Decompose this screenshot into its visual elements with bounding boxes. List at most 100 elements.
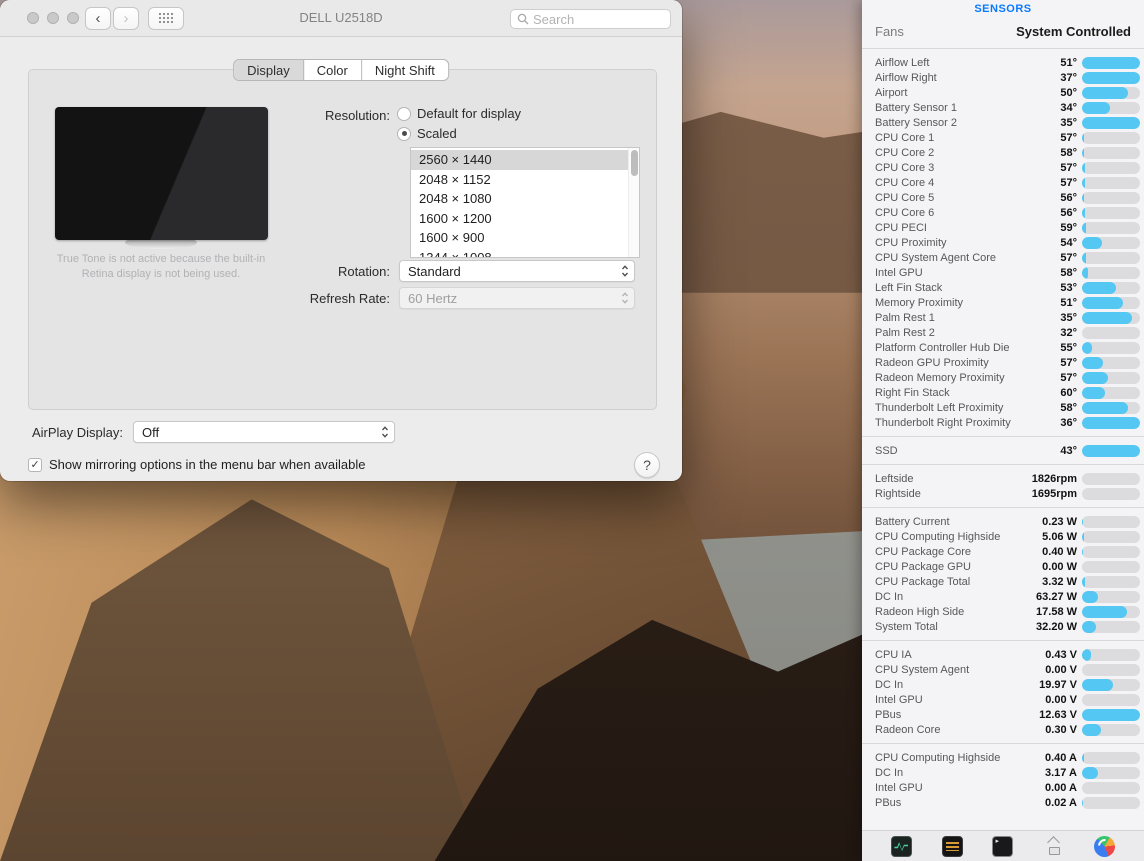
- sensor-row: SSD 43°: [862, 443, 1144, 458]
- sensor-label: CPU Computing Highside: [875, 530, 1001, 543]
- sensor-value: 57°: [1060, 176, 1077, 189]
- resolution-option-scaled[interactable]: Scaled: [397, 126, 457, 141]
- sensor-row: CPU System Agent Core 57°: [862, 250, 1144, 265]
- radio-label: Scaled: [417, 126, 457, 141]
- sensor-row: CPU Core 6 56°: [862, 205, 1144, 220]
- sensor-label: CPU Core 5: [875, 191, 935, 204]
- sensor-value: 57°: [1060, 251, 1077, 264]
- sensor-label: Intel GPU: [875, 781, 923, 794]
- radio-icon[interactable]: [397, 106, 411, 121]
- resolution-option-default[interactable]: Default for display: [397, 106, 521, 121]
- terminal-icon[interactable]: [992, 835, 1014, 857]
- sensor-groups: Airflow Left 51° Airflow Right 37° Airport 50…: [862, 49, 1144, 816]
- airplay-dropdown[interactable]: Off: [133, 421, 395, 443]
- sensor-value: 43°: [1060, 444, 1077, 457]
- sensor-label: Airport: [875, 86, 908, 99]
- resolution-option[interactable]: 2560 × 1440: [411, 150, 639, 170]
- sensor-value: 0.00 V: [1045, 693, 1077, 706]
- sensor-group-power: Battery Current 0.23 W CPU Computing Highs…: [862, 508, 1144, 640]
- sensor-value: 0.00 A: [1044, 781, 1077, 794]
- rotation-dropdown[interactable]: Standard: [399, 260, 635, 282]
- sensor-label: CPU Package Total: [875, 575, 971, 588]
- resolution-list[interactable]: 2560 × 1440 2048 × 1152 2048 × 1080 1600 × …: [410, 147, 640, 258]
- sensor-label: DC In: [875, 678, 904, 691]
- chevron-up-down-icon: [621, 292, 629, 304]
- sensor-label: Memory Proximity: [875, 296, 964, 309]
- search-icon: [517, 13, 529, 25]
- sensor-label: CPU Core 3: [875, 161, 935, 174]
- activity-graph-icon[interactable]: [890, 835, 912, 857]
- sensor-row: CPU Core 3 57°: [862, 160, 1144, 175]
- tab-color[interactable]: Color: [304, 60, 362, 80]
- sensor-label: CPU Core 2: [875, 146, 935, 159]
- sensor-value: 57°: [1060, 356, 1077, 369]
- sensor-bar: [1082, 663, 1140, 676]
- sensor-value: 3.32 W: [1042, 575, 1077, 588]
- sensor-label: CPU Core 4: [875, 176, 935, 189]
- mirroring-checkbox[interactable]: [28, 457, 42, 472]
- sensor-label: DC In: [875, 766, 904, 779]
- resolution-option[interactable]: 1600 × 1200: [411, 209, 639, 229]
- sensor-value: 1826rpm: [1031, 472, 1077, 485]
- scrollbar-thumb[interactable]: [631, 150, 638, 176]
- sensor-value: 63.27 W: [1036, 590, 1077, 603]
- sensor-bar: [1082, 311, 1140, 324]
- sensor-label: CPU Package Core: [875, 545, 971, 558]
- screen: ‹ › DELL U2518D DisplayColorNight Shift …: [0, 0, 1144, 861]
- sensor-row: Radeon Core 0.30 V: [862, 722, 1144, 737]
- gauge-icon[interactable]: [1094, 835, 1116, 857]
- sensor-value: 58°: [1060, 401, 1077, 414]
- sensor-value: 57°: [1060, 161, 1077, 174]
- sensor-group-storage: SSD 43°: [862, 437, 1144, 464]
- resolution-option[interactable]: 2048 × 1152: [411, 170, 639, 190]
- help-button[interactable]: ?: [634, 452, 660, 478]
- sensor-bar: [1082, 146, 1140, 159]
- sensor-value: 34°: [1060, 101, 1077, 114]
- resolution-option[interactable]: 2048 × 1080: [411, 189, 639, 209]
- sensor-bar: [1082, 620, 1140, 633]
- sensor-bar: [1082, 560, 1140, 573]
- mirroring-option[interactable]: Show mirroring options in the menu bar w…: [28, 457, 366, 472]
- sensor-label: Intel GPU: [875, 693, 923, 706]
- sensor-value: 57°: [1060, 131, 1077, 144]
- search-input[interactable]: [533, 11, 664, 27]
- resolution-option[interactable]: 1600 × 900: [411, 228, 639, 248]
- scrollbar[interactable]: [628, 148, 639, 257]
- sensor-row: DC In 19.97 V: [862, 677, 1144, 692]
- sensor-bar: [1082, 575, 1140, 588]
- fans-header[interactable]: Fans System Controlled: [862, 24, 1144, 39]
- sensor-row: CPU Core 4 57°: [862, 175, 1144, 190]
- mirroring-label: Show mirroring options in the menu bar w…: [49, 457, 366, 472]
- resolution-option[interactable]: 1344 × 1008: [411, 248, 639, 258]
- tab-night-shift[interactable]: Night Shift: [362, 60, 448, 80]
- sensor-value: 54°: [1060, 236, 1077, 249]
- sensor-value: 12.63 V: [1039, 708, 1077, 721]
- sensor-bar: [1082, 648, 1140, 661]
- sensor-row: PBus 12.63 V: [862, 707, 1144, 722]
- search-field[interactable]: [510, 9, 671, 29]
- tab-display[interactable]: Display: [234, 60, 304, 80]
- radio-icon[interactable]: [397, 126, 411, 141]
- sensor-value: 32°: [1060, 326, 1077, 339]
- sensor-bar: [1082, 266, 1140, 279]
- sensor-value: 0.00 V: [1045, 663, 1077, 676]
- sensor-bar: [1082, 386, 1140, 399]
- sensor-row: Battery Current 0.23 W: [862, 514, 1144, 529]
- airplay-value: Off: [142, 424, 160, 440]
- sensor-bar: [1082, 281, 1140, 294]
- sensor-row: DC In 63.27 W: [862, 589, 1144, 604]
- titlebar[interactable]: ‹ › DELL U2518D: [0, 0, 682, 37]
- refresh-rate-label: Refresh Rate:: [309, 291, 390, 306]
- sensor-row: CPU Computing Highside 0.40 A: [862, 750, 1144, 765]
- sensor-label: PBus: [875, 708, 902, 721]
- sensor-bar: [1082, 251, 1140, 264]
- sensor-row: CPU Core 1 57°: [862, 130, 1144, 145]
- sensor-value: 0.02 A: [1044, 796, 1077, 809]
- sensor-value: 56°: [1060, 191, 1077, 204]
- warning-text-icon[interactable]: [941, 835, 963, 857]
- sensor-label: Thunderbolt Left Proximity: [875, 401, 1004, 414]
- sensor-bar: [1082, 176, 1140, 189]
- grabber-icon[interactable]: [1043, 836, 1064, 857]
- sensor-row: Radeon High Side 17.58 W: [862, 604, 1144, 619]
- sensor-row: Platform Controller Hub Die 55°: [862, 340, 1144, 355]
